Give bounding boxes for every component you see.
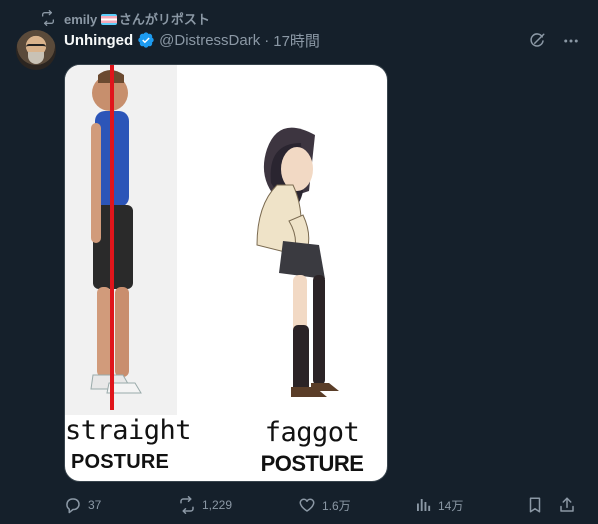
repost-user[interactable]: emily (64, 12, 97, 27)
verified-icon[interactable] (137, 31, 155, 49)
avatar[interactable] (16, 30, 56, 70)
share-icon (558, 496, 576, 514)
repost-suffix: さんがリポスト (118, 11, 210, 27)
tweet-header: Unhinged @DistressDark · 17時間 (64, 30, 320, 50)
repost-button[interactable]: 1,229 (178, 496, 298, 514)
left-caption-top: straight (65, 415, 192, 446)
like-button[interactable]: 1.6万 (298, 496, 414, 514)
more-icon[interactable] (560, 30, 582, 52)
repost-indicator[interactable]: emily さんがリポスト (40, 9, 210, 27)
trans-flag-icon (100, 13, 117, 25)
reply-button[interactable]: 37 (64, 496, 178, 514)
bookmark-icon (526, 496, 544, 514)
repost-icon (40, 10, 56, 26)
separator: · (264, 31, 270, 49)
views-button[interactable]: 14万 (414, 496, 526, 514)
like-count: 1.6万 (322, 498, 351, 513)
right-caption-bottom: POSTURE (260, 451, 364, 476)
avatar-glasses (26, 44, 46, 52)
share-button[interactable] (558, 496, 578, 514)
reply-count: 37 (88, 498, 102, 512)
display-name[interactable]: Unhinged (64, 32, 133, 49)
handle[interactable]: @DistressDark (159, 32, 260, 49)
bookmark-button[interactable] (526, 496, 558, 514)
right-caption-top: faggot (264, 417, 360, 448)
tweet-actions-bar: 37 1,229 1.6万 14万 (64, 494, 582, 516)
tweet-top-actions (526, 30, 582, 52)
views-icon (414, 496, 432, 514)
like-icon (298, 496, 316, 514)
repost-icon (178, 496, 196, 514)
left-caption-bottom: POSTURE (70, 451, 170, 473)
avatar-beard (28, 52, 44, 64)
timestamp[interactable]: 17時間 (273, 30, 320, 51)
tweet-media-image[interactable]: straight POSTURE faggot POSTURE (64, 64, 388, 482)
views-count: 14万 (438, 498, 464, 513)
repost-count: 1,229 (202, 498, 233, 512)
reply-icon (64, 496, 82, 514)
grok-icon[interactable] (526, 30, 548, 52)
